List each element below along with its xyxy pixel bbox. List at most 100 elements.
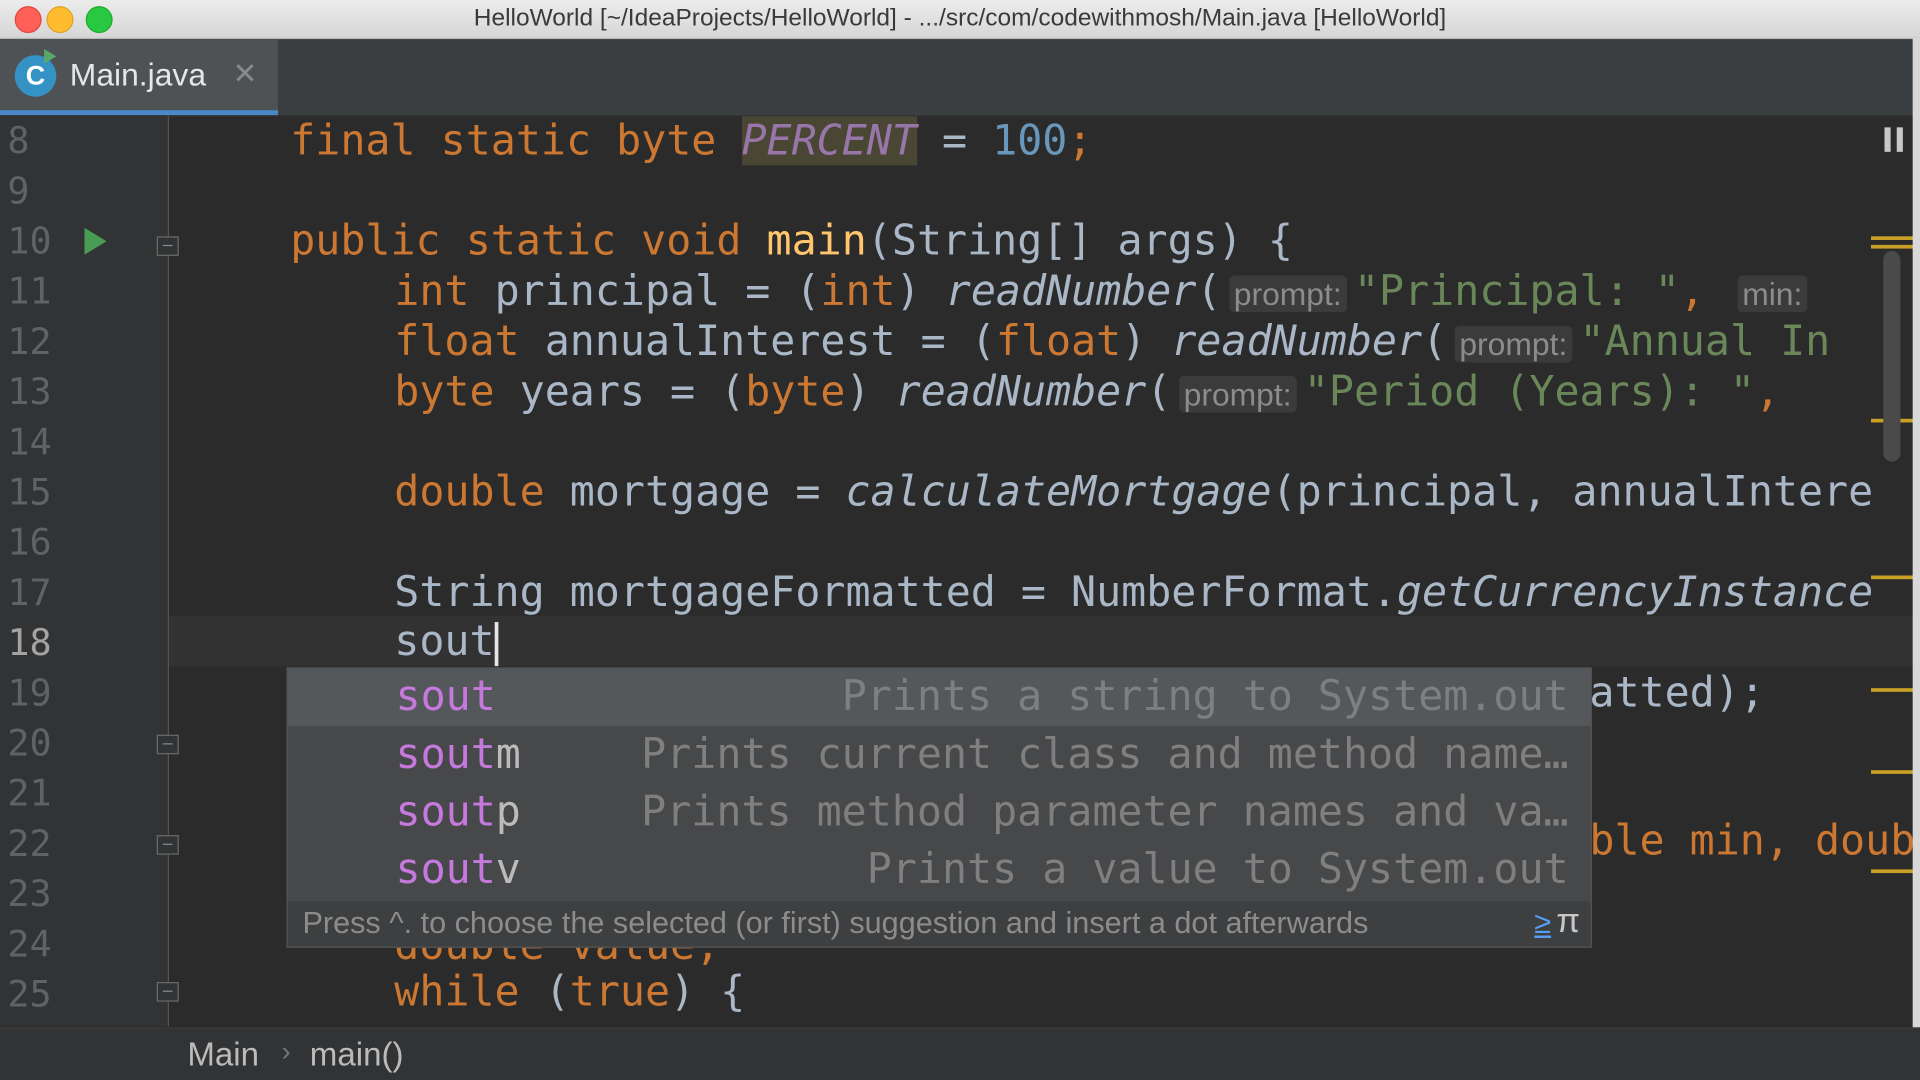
autocomplete-footer: Press ^. to choose the selected (or firs…	[287, 901, 1591, 947]
code-token: byte	[745, 367, 846, 417]
error-stripe-marker[interactable]	[1871, 575, 1916, 580]
code-token: doub	[1814, 816, 1916, 866]
code-token: byte	[616, 116, 717, 166]
ide-window: HelloWorld [~/IdeaProjects/HelloWorld] -…	[0, 0, 1920, 1080]
code-token: mortgage =	[544, 467, 846, 517]
code-token: (String[] args) {	[866, 216, 1293, 266]
code-line-12[interactable]: float annualInterest = (float) readNumbe…	[394, 317, 1830, 367]
code-token: static	[440, 116, 592, 166]
code-token: )	[1121, 317, 1172, 367]
code-line-18[interactable]: sout	[394, 617, 499, 667]
line-number-active: 18	[7, 622, 52, 665]
code-token: ,	[1755, 367, 1781, 417]
code-token: public	[290, 216, 441, 266]
pi-icon[interactable]: π	[1556, 901, 1580, 940]
line-number: 8	[7, 120, 30, 163]
line-number: 16	[7, 521, 52, 565]
code-token: while	[394, 967, 520, 1017]
pause-icon[interactable]	[1884, 127, 1905, 152]
editor-tab-bar: C Main.java ✕	[0, 39, 1920, 117]
autocomplete-item-name: sout	[395, 672, 496, 722]
autocomplete-item[interactable]: soutp Prints method parameter names and …	[288, 784, 1591, 842]
line-number: 13	[7, 371, 52, 414]
fold-toggle-icon[interactable]	[156, 236, 179, 256]
breadcrumb-item-class[interactable]: Main	[187, 1036, 259, 1074]
method-name-token: main	[766, 216, 867, 266]
code-token: (	[519, 967, 570, 1017]
run-gutter-icon[interactable]	[84, 227, 107, 255]
method-call-token: readNumber	[1171, 317, 1423, 367]
autocomplete-more-link[interactable]: ≥	[1534, 906, 1551, 942]
vertical-scrollbar[interactable]	[1883, 251, 1901, 462]
error-stripe-marker[interactable]	[1871, 244, 1916, 249]
code-line-11[interactable]: int principal = (int) readNumber(prompt:…	[394, 267, 1814, 317]
code-token: void	[641, 216, 742, 266]
code-token: annualInterest = (	[519, 317, 996, 367]
typed-text: sout	[394, 617, 495, 667]
fold-toggle-icon[interactable]	[156, 982, 179, 1002]
code-token: float	[995, 317, 1122, 367]
parameter-hint: prompt:	[1454, 325, 1573, 362]
autocomplete-item-description: Prints current class and method name…	[641, 729, 1569, 779]
window-edge	[1912, 37, 1920, 1080]
error-stripe-marker[interactable]	[1871, 688, 1916, 692]
number-token: 100	[992, 116, 1068, 166]
autocomplete-item[interactable]: soutm Prints current class and method na…	[288, 726, 1591, 784]
error-stripe-marker[interactable]	[1871, 770, 1916, 774]
fold-toggle-icon[interactable]	[156, 835, 179, 855]
breadcrumb-item-method[interactable]: main()	[310, 1036, 404, 1074]
code-line-10[interactable]: public static void main(String[] args) {	[290, 217, 1293, 267]
error-stripe-marker[interactable]	[1871, 236, 1916, 241]
line-number: 12	[7, 320, 52, 364]
line-number: 11	[7, 270, 52, 314]
text-caret	[494, 621, 499, 666]
autocomplete-item[interactable]: sout Prints a string to System.out	[287, 668, 1591, 727]
code-token: ;	[1067, 116, 1093, 166]
tab-main-java[interactable]: C Main.java ✕	[0, 39, 278, 116]
autocomplete-hint-text: Press ^. to choose the selected (or firs…	[302, 906, 1369, 941]
string-token: "Principal: "	[1353, 266, 1680, 316]
code-line-17[interactable]: String mortgageFormatted = NumberFormat.…	[394, 568, 1873, 618]
code-token: (	[1196, 266, 1222, 316]
runnable-badge-icon	[44, 48, 57, 64]
tab-label: Main.java	[69, 56, 207, 94]
code-token: (	[1146, 367, 1172, 417]
code-token: int	[820, 266, 896, 316]
autocomplete-item[interactable]: soutv Prints a value to System.out	[288, 841, 1591, 899]
line-number: 9	[7, 170, 30, 214]
fold-toggle-icon[interactable]	[156, 734, 179, 755]
autocomplete-popup: sout Prints a string to System.out soutm…	[286, 667, 1592, 948]
code-token: principal = (	[469, 266, 821, 316]
error-stripe-marker[interactable]	[1871, 869, 1916, 874]
code-token: (	[1422, 317, 1448, 367]
line-number: 15	[7, 471, 52, 515]
line-number: 25	[7, 973, 52, 1017]
code-line-13[interactable]: byte years = (byte) readNumber(prompt: "P…	[394, 367, 1780, 417]
code-token: byte	[394, 367, 495, 417]
code-line-8[interactable]: final static byte PERCENT = 100;	[290, 116, 1092, 166]
autocomplete-item-name: soutm	[395, 729, 521, 779]
code-token: atted);	[1589, 668, 1765, 718]
code-token: (principal, annualIntere	[1271, 467, 1874, 517]
code-token: )	[845, 367, 896, 417]
line-number: 14	[7, 421, 52, 465]
code-line-19-tail[interactable]: atted);	[1589, 669, 1764, 719]
code-token: double	[394, 467, 545, 517]
code-token: String mortgageFormatted = NumberFormat.	[394, 568, 1397, 618]
parameter-hint: prompt:	[1228, 275, 1347, 312]
code-token: )	[895, 266, 946, 316]
method-call-token: getCurrencyInstance	[1396, 568, 1874, 618]
close-tab-icon[interactable]: ✕	[233, 56, 258, 92]
code-line-15[interactable]: double mortgage = calculateMortgage(prin…	[394, 468, 1873, 518]
autocomplete-item-description: Prints a string to System.out	[841, 672, 1569, 722]
code-line-25[interactable]: while (true) {	[394, 967, 745, 1017]
line-number: 22	[7, 822, 52, 866]
code-token: years = (	[494, 367, 746, 417]
line-number: 19	[7, 672, 52, 716]
method-call-token: calculateMortgage	[845, 467, 1272, 517]
parameter-hint: prompt:	[1178, 375, 1297, 413]
line-number: 21	[7, 772, 52, 816]
code-line-22-tail[interactable]: ble min, doub	[1589, 817, 1915, 867]
line-number: 10	[7, 220, 52, 264]
window-title: HelloWorld [~/IdeaProjects/HelloWorld] -…	[473, 4, 1447, 32]
